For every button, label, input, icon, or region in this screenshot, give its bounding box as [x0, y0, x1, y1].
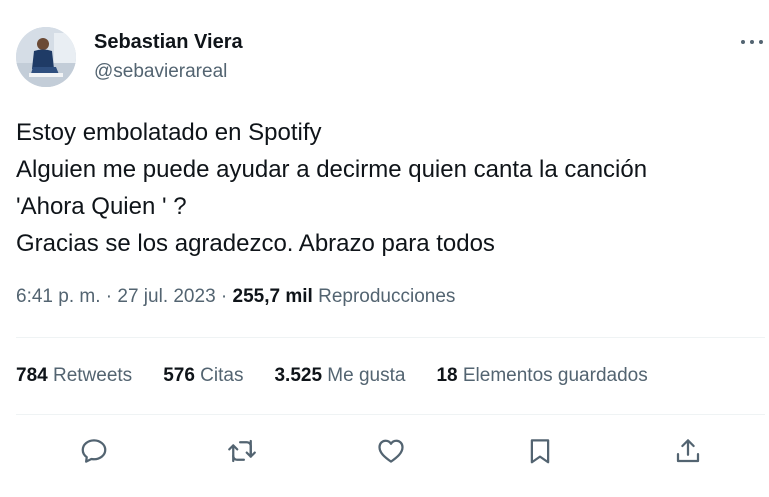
reply-icon: [81, 439, 107, 463]
retweet-button[interactable]: [220, 427, 264, 475]
author-handle[interactable]: @sebavierareal: [94, 60, 227, 84]
likes-stat[interactable]: 3.525 Me gusta: [274, 363, 405, 389]
share-icon: [676, 439, 700, 463]
bookmarks-count: 18: [436, 365, 458, 386]
likes-count: 3.525: [274, 365, 323, 386]
retweets-stat[interactable]: 784 Retweets: [16, 363, 132, 389]
stats-row: 784 Retweets 576 Citas 3.525 Me gusta 18…: [16, 363, 679, 389]
avatar-photo: [16, 27, 76, 87]
retweet-icon: [228, 439, 256, 463]
tweet-time[interactable]: 6:41 p. m.: [16, 286, 101, 307]
bookmark-button[interactable]: [518, 427, 562, 475]
tweet-meta: 6:41 p. m. · 27 jul. 2023 · 255,7 mil Re…: [16, 284, 455, 310]
tweet-text: Estoy embolatado en Spotify Alguien me p…: [16, 114, 756, 262]
bookmark-icon: [530, 439, 550, 464]
divider: [16, 337, 765, 338]
like-button[interactable]: [369, 427, 413, 475]
meta-separator: ·: [100, 286, 118, 307]
more-options-button[interactable]: [732, 28, 769, 56]
quotes-label: Citas: [200, 365, 244, 386]
divider: [16, 414, 765, 415]
quotes-count: 576: [163, 365, 195, 386]
action-bar: [0, 427, 769, 475]
likes-label: Me gusta: [327, 365, 406, 386]
views-label: Reproducciones: [318, 286, 456, 307]
retweets-label: Retweets: [52, 365, 133, 386]
tweet-line: Gracias se los agradezco. Abrazo para to…: [16, 230, 495, 257]
quotes-stat[interactable]: 576 Citas: [163, 363, 243, 389]
share-button[interactable]: [666, 427, 710, 475]
tweet-line: Alguien me puede ayudar a decirme quien …: [16, 156, 648, 183]
bookmarks-label: Elementos guardados: [462, 365, 648, 386]
reply-button[interactable]: [72, 427, 116, 475]
retweets-count: 784: [16, 365, 48, 386]
more-horizontal-icon: [741, 40, 763, 44]
meta-separator: ·: [215, 286, 233, 307]
tweet-date[interactable]: 27 jul. 2023: [117, 286, 215, 307]
tweet-line: Estoy embolatado en Spotify: [16, 119, 322, 146]
bookmarks-stat[interactable]: 18 Elementos guardados: [436, 363, 647, 389]
views-count: 255,7 mil: [232, 286, 313, 307]
like-icon: [378, 439, 404, 463]
avatar[interactable]: [16, 27, 76, 87]
tweet-line: 'Ahora Quien ' ?: [16, 193, 187, 220]
author-name[interactable]: Sebastian Viera: [94, 30, 243, 54]
